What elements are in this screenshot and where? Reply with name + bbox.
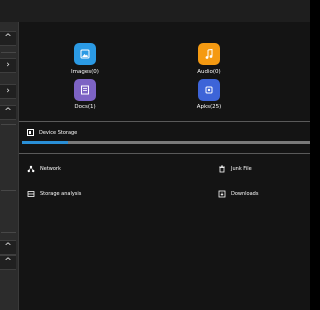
top-bar (0, 0, 310, 22)
trash-icon (219, 165, 225, 173)
storage-progress-fill (22, 141, 69, 144)
images-category-button[interactable] (74, 43, 96, 65)
junk-file-tool-button[interactable]: Junk File (218, 165, 252, 173)
apks-category-label: Apks(25) (196, 104, 222, 110)
device-storage-row[interactable]: Device Storage (27, 129, 77, 136)
rail-scroll-up-button[interactable]: ^ (0, 31, 16, 46)
downloads-label: Downloads (231, 191, 259, 197)
rail-next-button[interactable]: › (0, 84, 16, 99)
rail-scroll-up-button[interactable]: ^ (0, 105, 16, 120)
network-label: Network (40, 166, 61, 172)
images-category-label: Images(0) (71, 69, 99, 75)
rail-scroll-up-button[interactable]: ^ (0, 255, 16, 270)
storage-progress-bar (22, 141, 310, 144)
image-icon (80, 49, 90, 59)
storage-analysis-tool-button[interactable]: Storage analysis (27, 190, 81, 198)
section-divider (19, 121, 310, 122)
docs-category-label: Docs(1) (74, 104, 96, 110)
audio-category-button[interactable] (198, 43, 220, 65)
docs-category-button[interactable] (74, 79, 96, 101)
network-tool-button[interactable]: Network (27, 165, 61, 173)
rail-scroll-up-button[interactable]: ^ (0, 240, 16, 255)
storage-icon (27, 129, 34, 136)
storage-analysis-icon (27, 191, 35, 197)
storage-analysis-label: Storage analysis (40, 191, 82, 197)
network-icon (27, 165, 35, 173)
rail-divider-line (1, 124, 16, 125)
apks-category-button[interactable] (198, 79, 220, 101)
rail-divider-line (1, 52, 16, 53)
audio-category-label: Audio(0) (197, 69, 221, 75)
rail-next-button[interactable]: › (0, 58, 16, 73)
device-storage-label: Device Storage (39, 129, 78, 136)
android-package-icon (205, 86, 213, 94)
document-icon (81, 85, 89, 95)
downloads-tool-button[interactable]: Downloads (218, 190, 258, 198)
rail-divider-line (1, 190, 16, 191)
rail-divider-line (1, 232, 16, 233)
music-note-icon (205, 48, 213, 59)
main-content (19, 22, 310, 310)
section-divider (19, 153, 310, 154)
download-icon (218, 190, 226, 198)
junk-file-label: Junk File (231, 166, 252, 172)
